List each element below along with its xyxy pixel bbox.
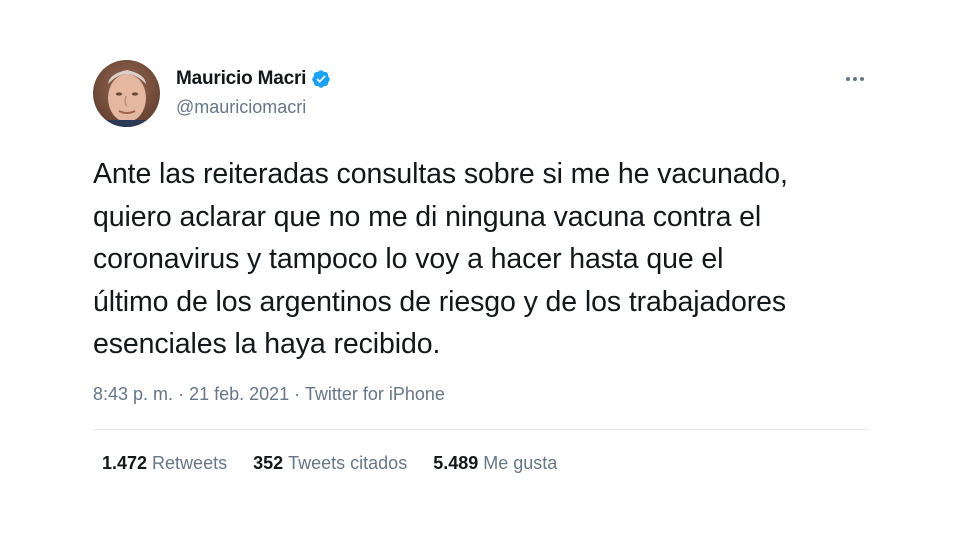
meta-separator: · <box>294 384 305 404</box>
tweet-source[interactable]: Twitter for iPhone <box>305 384 445 404</box>
tweet-stats: 1.472 Retweets 352 Tweets citados 5.489 Me … <box>102 453 557 474</box>
quote-tweets-count: 352 <box>253 453 284 473</box>
quote-tweets-label: Tweets citados <box>288 453 408 473</box>
meta-separator: · <box>178 384 190 404</box>
verified-badge-icon <box>312 70 330 88</box>
more-horizontal-icon <box>846 77 864 81</box>
likes-label: Me gusta <box>483 453 558 473</box>
likes-stat[interactable]: 5.489 Me gusta <box>433 453 557 474</box>
tweet-text: Ante las reiteradas consultas sobre si m… <box>93 158 788 360</box>
tweet-card: Mauricio Macri @mauriciomacri Ante las r… <box>0 0 960 539</box>
tweet-metadata: 8:43 p. m. · 21 feb. 2021 · Twitter for … <box>93 384 445 405</box>
retweets-stat[interactable]: 1.472 Retweets <box>102 453 227 474</box>
quote-tweets-stat[interactable]: 352 Tweets citados <box>253 453 407 474</box>
divider <box>93 429 869 430</box>
tweet-date[interactable]: 21 feb. 2021 <box>189 384 289 404</box>
avatar[interactable] <box>93 60 160 127</box>
profile-photo-icon <box>93 60 160 127</box>
tweet-time[interactable]: 8:43 p. m. <box>93 384 173 404</box>
author-name-row[interactable]: Mauricio Macri <box>176 68 331 90</box>
author-handle[interactable]: @mauriciomacri <box>176 97 306 118</box>
retweets-count: 1.472 <box>102 453 148 473</box>
likes-count: 5.489 <box>433 453 479 473</box>
retweets-label: Retweets <box>152 453 228 473</box>
more-options-button[interactable] <box>838 68 872 90</box>
author-name[interactable]: Mauricio Macri <box>176 68 306 90</box>
